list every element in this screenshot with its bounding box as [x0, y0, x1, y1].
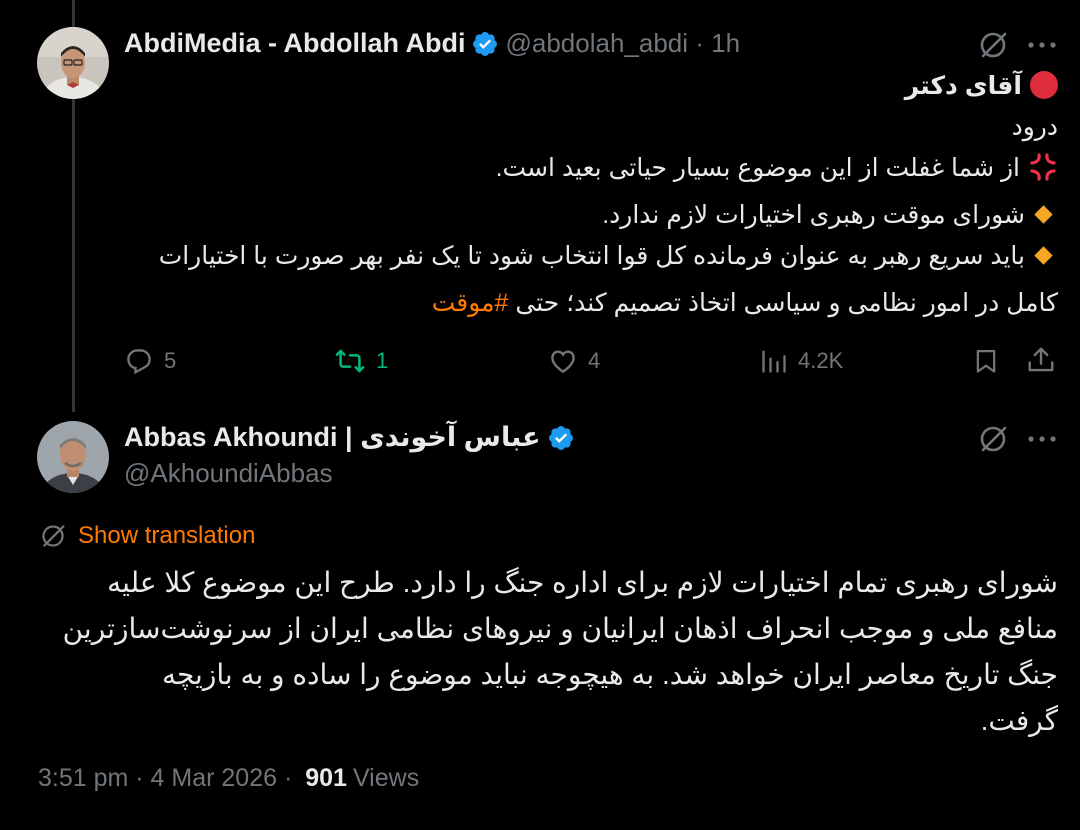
tweet-line: منافع ملی و موجب انحراف اذهان ایرانیان و… — [62, 613, 1058, 644]
grok-icon — [42, 525, 65, 547]
tweet-line: باید سریع رهبر به عنوان فرمانده کل قوا ا… — [128, 236, 1058, 277]
tweet-line: کامل در امور نظامی و سیاسی اتخاذ تصمیم ک… — [128, 283, 1058, 324]
view-count: 4.2K — [798, 348, 844, 373]
tweet-line: جنگ تاریخ معاصر ایران خواهد شد. به هیچوج… — [161, 659, 1058, 690]
tweet-line: گرفت. — [980, 705, 1058, 736]
share-icon — [1028, 347, 1054, 372]
tweet-line-text: از شما غفلت از این موضوع بسیار حیاتی بعی… — [495, 154, 1020, 182]
like-button[interactable]: 4 — [548, 346, 600, 376]
tweet-meta: 3:51 pm · 4 Mar 2026 · 901 Views — [38, 764, 419, 793]
timestamp[interactable]: 3:51 pm · 4 Mar 2026 · — [38, 764, 299, 793]
tweet-line-text: آقای دکتر — [904, 72, 1022, 100]
tweet-header: Abbas Akhoundi | عباس آخوندی — [124, 422, 581, 453]
views-label: Views — [352, 764, 420, 792]
like-count: 4 — [588, 348, 601, 373]
tweet-line: آقای دکتر — [128, 66, 1058, 107]
diamond-icon — [1034, 205, 1053, 224]
tweet-line-text: باید سریع رهبر به عنوان فرمانده کل قوا ا… — [158, 242, 1025, 270]
repost-button[interactable]: 1 — [334, 346, 388, 376]
repost-count: 1 — [376, 348, 389, 373]
handle-row: @AkhoundiAbbas — [124, 458, 333, 489]
handle[interactable]: @abdolah_abdi · 1h — [505, 28, 740, 59]
hashtag-link[interactable]: #موقت — [432, 289, 509, 317]
reply-button[interactable]: 5 — [124, 346, 176, 376]
reply-count: 5 — [164, 348, 177, 373]
show-translation-label: Show translation — [78, 522, 256, 549]
bookmark-icon — [976, 349, 996, 373]
tweet-line: شورای موقت رهبری اختیارات لازم ندارد. — [128, 195, 1058, 236]
bookmark-button[interactable] — [972, 346, 1010, 376]
tweet-line: از شما غفلت از این موضوع بسیار حیاتی بعی… — [128, 148, 1058, 195]
grok-icon[interactable] — [976, 422, 1010, 456]
grok-icon[interactable] — [976, 28, 1010, 62]
views-count: 901 — [305, 764, 347, 792]
avatar[interactable] — [37, 421, 109, 493]
reply-icon — [127, 349, 151, 375]
tweet-line-text: شورای موقت رهبری اختیارات لازم ندارد. — [602, 201, 1025, 229]
display-name[interactable]: Abbas Akhoundi | عباس آخوندی — [124, 422, 541, 453]
views-button[interactable]: 4.2K — [760, 346, 843, 376]
verified-icon[interactable] — [471, 30, 499, 58]
red-circle-icon — [1030, 71, 1058, 99]
tweet-line: شورای رهبری تمام اختیارات لازم برای ادار… — [107, 567, 1058, 598]
show-translation-button[interactable]: Show translation — [40, 522, 255, 550]
handle[interactable]: @AkhoundiAbbas — [124, 458, 333, 489]
views-icon — [762, 350, 786, 373]
display-name[interactable]: AbdiMedia - Abdollah Abdi — [124, 28, 465, 59]
like-icon — [551, 350, 575, 374]
verified-icon[interactable] — [547, 424, 575, 452]
tweet-header: AbdiMedia - Abdollah Abdi @abdolah_abdi … — [124, 28, 740, 59]
avatar[interactable] — [37, 27, 109, 99]
repost-icon — [335, 349, 365, 373]
share-button[interactable] — [1026, 344, 1066, 376]
action-bar: 5 1 4 4.2K — [120, 338, 1060, 384]
more-icon[interactable] — [1025, 30, 1059, 60]
tweet-body: شورای رهبری تمام اختیارات لازم برای ادار… — [28, 560, 1058, 744]
tweet-body: آقای دکتر درود از شما غفلت از این موضوع … — [128, 66, 1058, 324]
diamond-icon — [1034, 246, 1053, 265]
more-icon[interactable] — [1025, 424, 1059, 454]
tweet-line-text: درود — [1011, 113, 1058, 141]
anger-icon — [1028, 152, 1058, 195]
tweet-line-text: کامل در امور نظامی و سیاسی اتخاذ تصمیم ک… — [508, 289, 1058, 317]
tweet-line: درود — [128, 107, 1058, 148]
